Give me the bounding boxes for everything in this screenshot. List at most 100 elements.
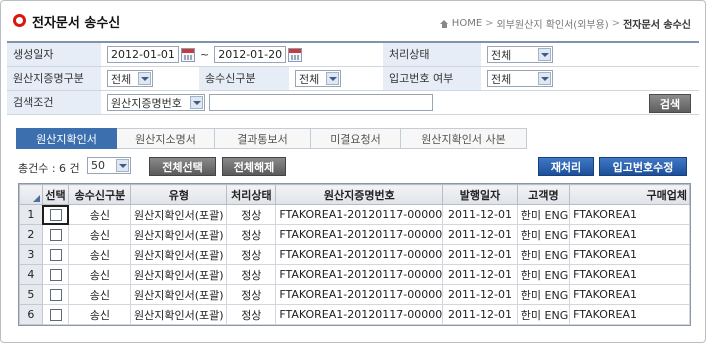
tab-result-notice[interactable]: 결과통보서 xyxy=(215,128,311,149)
condition-select-value: 원산지증명번호 xyxy=(111,96,182,110)
result-table: 선택 송수신구분 유형 처리상태 원산지증명번호 발행일자 고객명 구매업체 1… xyxy=(19,184,690,325)
page-size-value: 50 xyxy=(91,159,105,172)
search-keyword-input[interactable] xyxy=(209,94,433,111)
table-row[interactable]: 5 송신 원산지확인서(포괄) 정상 FTAKOREA1-20120117-00… xyxy=(19,284,690,305)
edit-inbound-number-button[interactable]: 입고번호수정 xyxy=(599,157,687,176)
search-row-1: 생성일자 2012-01-01 ~ 2012-01-20 처리상태 전체 xyxy=(7,43,699,67)
column-header-select[interactable]: 선택 xyxy=(41,184,70,205)
breadcrumb-home[interactable]: HOME xyxy=(452,18,482,29)
cell-issue-date: 2011-12-01 xyxy=(442,304,518,325)
inbound-select-value: 전체 xyxy=(491,72,512,86)
calendar-icon[interactable] xyxy=(181,47,195,62)
page-size-select[interactable]: 50 xyxy=(87,157,131,174)
cell-customer: 한미 ENG xyxy=(516,224,571,245)
condition-select[interactable]: 원산지증명번호 xyxy=(107,94,205,111)
origin-type-select[interactable]: 전체 xyxy=(107,70,153,87)
select-all-button[interactable]: 전체선택 xyxy=(149,157,216,176)
breadcrumb-separator: > xyxy=(611,18,621,29)
search-button[interactable]: 검색 xyxy=(649,94,691,113)
column-header-status[interactable]: 처리상태 xyxy=(226,184,277,205)
row-select-cell xyxy=(41,224,70,245)
cell-cert-number: FTAKOREA1-20120117-00000 xyxy=(275,244,444,265)
column-header-customer[interactable]: 고객명 xyxy=(516,184,571,205)
cell-buyer: FTAKOREA1 xyxy=(569,244,690,265)
column-header-cert-number[interactable]: 원산지증명번호 xyxy=(275,184,444,205)
cell-status: 정상 xyxy=(226,264,277,285)
column-header-direction[interactable]: 송수신구분 xyxy=(68,184,132,205)
chevron-down-icon xyxy=(190,96,203,109)
cell-status: 정상 xyxy=(226,284,277,305)
cell-issue-date: 2011-12-01 xyxy=(442,264,518,285)
table-row[interactable]: 4 송신 원산지확인서(포괄) 정상 FTAKOREA1-20120117-00… xyxy=(19,264,690,285)
table-row[interactable]: 6 송신 원산지확인서(포괄) 정상 FTAKOREA1-20120117-00… xyxy=(19,304,690,325)
send-type-select[interactable]: 전체 xyxy=(295,70,341,87)
tab-origin-confirmation[interactable]: 원산지확인서 xyxy=(16,128,117,149)
row-number: 4 xyxy=(19,264,43,285)
row-checkbox[interactable] xyxy=(49,229,62,241)
page-title: 전자문서 송수신 xyxy=(32,16,121,31)
table-row[interactable]: 2 송신 원산지확인서(포괄) 정상 FTAKOREA1-20120117-00… xyxy=(19,224,690,245)
send-type-label: 송수신구분 xyxy=(199,67,289,90)
cell-buyer: FTAKOREA1 xyxy=(569,284,690,305)
row-checkbox[interactable] xyxy=(49,309,62,321)
row-checkbox[interactable] xyxy=(49,269,62,281)
row-select-cell xyxy=(41,304,70,325)
inbound-label: 입고번호 여부 xyxy=(383,67,481,90)
chevron-down-icon xyxy=(538,72,551,85)
tab-origin-explanation[interactable]: 원산지소명서 xyxy=(117,128,215,149)
calendar-icon[interactable] xyxy=(288,47,303,62)
breadcrumb-section[interactable]: 외부원산지 확인서(외부용) xyxy=(497,16,609,31)
row-number: 3 xyxy=(19,244,43,265)
status-field: 전체 xyxy=(481,43,699,66)
cell-direction: 송신 xyxy=(68,204,132,225)
status-select[interactable]: 전체 xyxy=(487,46,553,63)
column-header-buyer[interactable]: 구매업체 xyxy=(569,184,690,205)
row-number: 5 xyxy=(19,284,43,305)
cell-cert-number: FTAKOREA1-20120117-00000 xyxy=(275,284,444,305)
search-row-3: 검색조건 원산지증명번호 검색 xyxy=(7,91,699,115)
title-bullet-icon xyxy=(13,14,26,27)
cell-type: 원산지확인서(포괄) xyxy=(130,264,228,285)
condition-field: 원산지증명번호 xyxy=(101,91,699,114)
row-number: 6 xyxy=(19,304,43,325)
cell-type: 원산지확인서(포괄) xyxy=(130,284,228,305)
column-header-issue-date[interactable]: 발행일자 xyxy=(442,184,518,205)
cell-cert-number: FTAKOREA1-20120117-00000 xyxy=(275,264,444,285)
table-row[interactable]: 3 송신 원산지확인서(포괄) 정상 FTAKOREA1-20120117-00… xyxy=(19,244,690,265)
date-from-input[interactable]: 2012-01-01 xyxy=(107,46,179,63)
cell-customer: 한미 ENG xyxy=(516,284,571,305)
row-number: 1 xyxy=(19,204,43,225)
date-to-input[interactable]: 2012-01-20 xyxy=(214,46,287,63)
reprocess-button[interactable]: 재처리 xyxy=(538,157,594,176)
cell-status: 정상 xyxy=(226,204,277,225)
row-checkbox[interactable] xyxy=(49,289,62,301)
search-form: 생성일자 2012-01-01 ~ 2012-01-20 처리상태 전체 원산지… xyxy=(7,41,699,115)
status-select-value: 전체 xyxy=(491,48,512,62)
cell-issue-date: 2011-12-01 xyxy=(442,284,518,305)
send-type-field: 전체 xyxy=(289,67,383,90)
result-grid: 선택 송수신구분 유형 처리상태 원산지증명번호 발행일자 고객명 구매업체 1… xyxy=(18,183,691,326)
table-row[interactable]: 1 송신 원산지확인서(포괄) 정상 FTAKOREA1-20120117-00… xyxy=(19,204,690,225)
cell-issue-date: 2011-12-01 xyxy=(442,244,518,265)
cell-buyer: FTAKOREA1 xyxy=(569,264,690,285)
cell-direction: 송신 xyxy=(68,224,132,245)
origin-type-label: 원산지증명구분 xyxy=(7,67,101,90)
origin-type-field: 전체 xyxy=(101,67,199,90)
column-header-type[interactable]: 유형 xyxy=(130,184,228,205)
cell-direction: 송신 xyxy=(68,264,132,285)
row-checkbox[interactable] xyxy=(49,249,62,261)
tab-confirmation-copy[interactable]: 원산지확인서 사본 xyxy=(401,128,527,149)
deselect-all-button[interactable]: 전체해제 xyxy=(222,157,286,176)
home-icon xyxy=(439,19,449,28)
row-number-header xyxy=(19,184,43,205)
breadcrumb: HOME > 외부원산지 확인서(외부용) > 전자문서 송수신 xyxy=(439,16,691,31)
cell-cert-number: FTAKOREA1-20120117-00000 xyxy=(275,304,444,325)
inbound-select[interactable]: 전체 xyxy=(487,70,553,87)
send-type-select-value: 전체 xyxy=(299,72,320,86)
row-checkbox[interactable] xyxy=(49,209,62,221)
chevron-down-icon xyxy=(116,159,129,172)
cell-issue-date: 2011-12-01 xyxy=(442,204,518,225)
tab-pending-request[interactable]: 미결요청서 xyxy=(311,128,401,149)
cell-buyer: FTAKOREA1 xyxy=(569,204,690,225)
cell-buyer: FTAKOREA1 xyxy=(569,224,690,245)
